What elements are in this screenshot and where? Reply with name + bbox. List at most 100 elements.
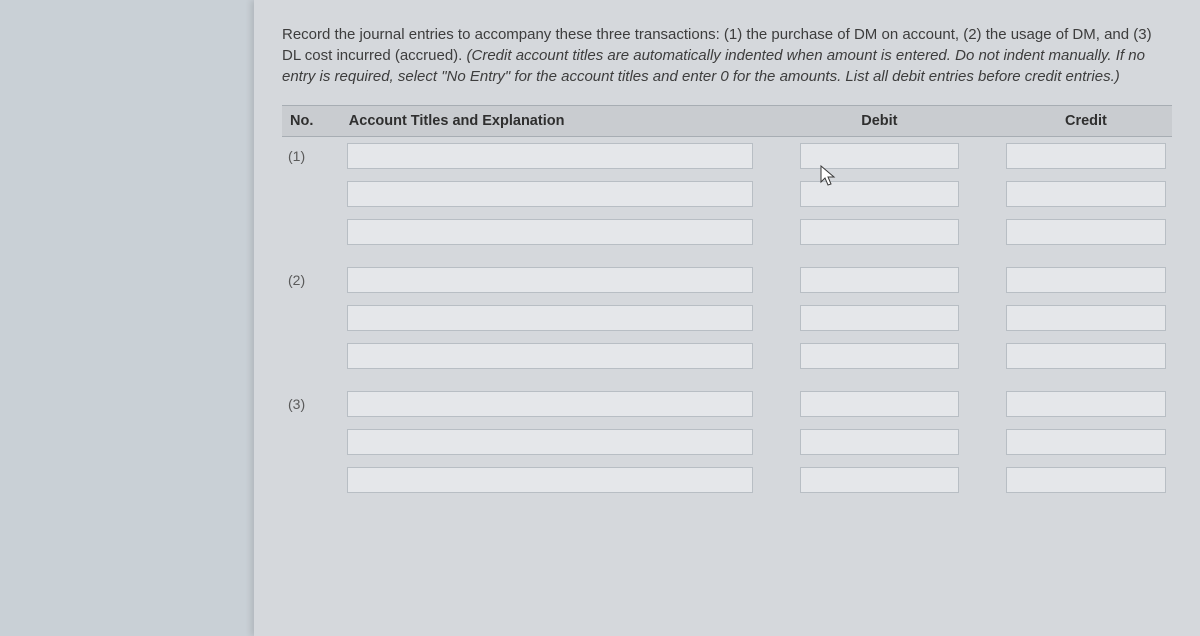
row-number bbox=[282, 175, 341, 213]
cell-account bbox=[341, 461, 759, 499]
cell-account bbox=[341, 337, 759, 375]
cell-gap bbox=[759, 461, 794, 499]
debit-input[interactable] bbox=[800, 305, 959, 331]
cell-debit bbox=[794, 137, 965, 175]
account-title-input[interactable] bbox=[347, 391, 753, 417]
cell-credit bbox=[1000, 423, 1172, 461]
cell-credit bbox=[1000, 251, 1172, 299]
table-row bbox=[282, 213, 1172, 251]
header-no: No. bbox=[282, 105, 341, 137]
cell-gap bbox=[759, 175, 794, 213]
credit-input[interactable] bbox=[1006, 143, 1166, 169]
cell-gap bbox=[759, 137, 794, 175]
cell-gap bbox=[759, 251, 794, 299]
table-row bbox=[282, 423, 1172, 461]
account-title-input[interactable] bbox=[347, 267, 753, 293]
table-header-row: No. Account Titles and Explanation Debit… bbox=[282, 105, 1172, 137]
debit-input[interactable] bbox=[800, 267, 959, 293]
cell-credit bbox=[1000, 213, 1172, 251]
row-number bbox=[282, 213, 341, 251]
cell-credit bbox=[1000, 337, 1172, 375]
cell-account bbox=[341, 175, 759, 213]
header-gap bbox=[759, 105, 794, 137]
header-credit: Credit bbox=[1000, 105, 1172, 137]
cell-gap bbox=[965, 213, 1000, 251]
table-row bbox=[282, 175, 1172, 213]
account-title-input[interactable] bbox=[347, 181, 753, 207]
cell-debit bbox=[794, 251, 965, 299]
table-row: (1) bbox=[282, 137, 1172, 175]
cell-gap bbox=[759, 423, 794, 461]
worksheet-panel: Record the journal entries to accompany … bbox=[254, 0, 1200, 636]
row-number: (2) bbox=[282, 251, 341, 299]
cell-debit bbox=[794, 175, 965, 213]
table-row bbox=[282, 299, 1172, 337]
debit-input[interactable] bbox=[800, 467, 959, 493]
row-number: (3) bbox=[282, 375, 341, 423]
row-number bbox=[282, 461, 341, 499]
cell-account bbox=[341, 213, 759, 251]
debit-input[interactable] bbox=[800, 143, 959, 169]
cell-debit bbox=[794, 375, 965, 423]
journal-entry-table: No. Account Titles and Explanation Debit… bbox=[282, 105, 1172, 499]
header-debit: Debit bbox=[794, 105, 965, 137]
account-title-input[interactable] bbox=[347, 219, 753, 245]
header-gap2 bbox=[965, 105, 1000, 137]
content-area: Record the journal entries to accompany … bbox=[254, 0, 1200, 499]
account-title-input[interactable] bbox=[347, 429, 753, 455]
cell-credit bbox=[1000, 137, 1172, 175]
row-number bbox=[282, 337, 341, 375]
cell-account bbox=[341, 423, 759, 461]
cell-account bbox=[341, 137, 759, 175]
row-number: (1) bbox=[282, 137, 341, 175]
cell-account bbox=[341, 375, 759, 423]
header-account: Account Titles and Explanation bbox=[341, 105, 759, 137]
row-number bbox=[282, 423, 341, 461]
cell-gap bbox=[965, 461, 1000, 499]
credit-input[interactable] bbox=[1006, 343, 1166, 369]
cell-account bbox=[341, 251, 759, 299]
cell-gap bbox=[759, 299, 794, 337]
debit-input[interactable] bbox=[800, 429, 959, 455]
cell-credit bbox=[1000, 175, 1172, 213]
cell-gap bbox=[759, 375, 794, 423]
account-title-input[interactable] bbox=[347, 143, 753, 169]
debit-input[interactable] bbox=[800, 181, 959, 207]
cell-debit bbox=[794, 213, 965, 251]
cell-gap bbox=[965, 337, 1000, 375]
account-title-input[interactable] bbox=[347, 305, 753, 331]
cell-debit bbox=[794, 461, 965, 499]
credit-input[interactable] bbox=[1006, 219, 1166, 245]
question-prompt: Record the journal entries to accompany … bbox=[282, 24, 1172, 87]
cell-gap bbox=[965, 423, 1000, 461]
table-body: (1) (2) (3) bbox=[282, 137, 1172, 499]
cell-gap bbox=[759, 213, 794, 251]
cell-credit bbox=[1000, 375, 1172, 423]
cell-credit bbox=[1000, 299, 1172, 337]
cell-gap bbox=[965, 299, 1000, 337]
cell-gap bbox=[965, 375, 1000, 423]
debit-input[interactable] bbox=[800, 219, 959, 245]
credit-input[interactable] bbox=[1006, 267, 1166, 293]
credit-input[interactable] bbox=[1006, 429, 1166, 455]
cell-debit bbox=[794, 423, 965, 461]
row-number bbox=[282, 299, 341, 337]
credit-input[interactable] bbox=[1006, 305, 1166, 331]
debit-input[interactable] bbox=[800, 391, 959, 417]
table-row bbox=[282, 337, 1172, 375]
table-row bbox=[282, 461, 1172, 499]
credit-input[interactable] bbox=[1006, 181, 1166, 207]
viewport: Record the journal entries to accompany … bbox=[0, 0, 1200, 636]
cell-gap bbox=[759, 337, 794, 375]
debit-input[interactable] bbox=[800, 343, 959, 369]
cell-debit bbox=[794, 299, 965, 337]
cell-account bbox=[341, 299, 759, 337]
cell-gap bbox=[965, 137, 1000, 175]
credit-input[interactable] bbox=[1006, 391, 1166, 417]
account-title-input[interactable] bbox=[347, 467, 753, 493]
table-row: (2) bbox=[282, 251, 1172, 299]
credit-input[interactable] bbox=[1006, 467, 1166, 493]
cell-credit bbox=[1000, 461, 1172, 499]
cell-gap bbox=[965, 251, 1000, 299]
account-title-input[interactable] bbox=[347, 343, 753, 369]
